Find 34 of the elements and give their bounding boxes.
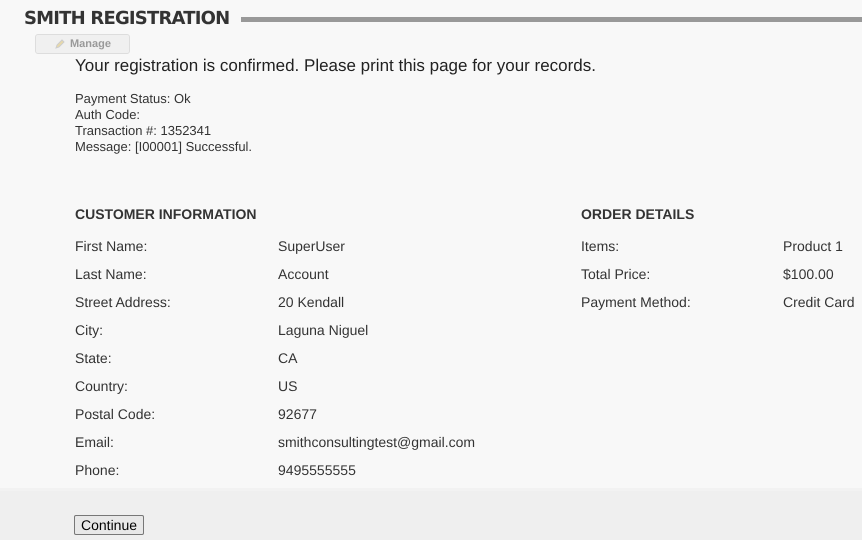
field-label: Street Address: [75,292,172,312]
payment-info-line: Auth Code: [75,106,142,122]
page-title: SMITH REGISTRATION [24,8,230,30]
field-label: State: [75,348,113,368]
field-value: Laguna Niguel [278,320,368,340]
section-heading: ORDER DETAILS [581,204,696,224]
field-value: US [278,376,298,396]
field-label: Total Price: [581,264,652,284]
field-value: smithconsultingtest@gmail.com [278,432,476,452]
pencil-icon [54,38,66,50]
field-label: Payment Method: [581,292,692,312]
payment-info-line: Payment Status: Ok [75,90,192,106]
field-label: First Name: [75,236,148,256]
payment-info-line: Transaction #: 1352341 [75,122,212,138]
field-value: Credit Card [783,292,855,312]
field-value: 20 Kendall [278,292,344,312]
confirmation-message: Your registration is confirmed. Please print this page for your records. [75,55,597,77]
field-value: Account [278,264,329,284]
section-heading: CUSTOMER INFORMATION [75,204,258,224]
field-value: Product 1 [783,236,843,256]
field-label: Country: [75,376,129,396]
field-value: SuperUser [278,236,345,256]
field-value: 9495555555 [278,460,356,480]
field-value: $100.00 [783,264,834,284]
field-label: Email: [75,432,115,452]
field-label: Items: [581,236,620,256]
field-label: Phone: [75,460,120,480]
continue-button[interactable]: Continue [74,514,144,534]
field-label: Postal Code: [75,404,156,424]
field-label: Last Name: [75,264,148,284]
field-value: CA [278,348,298,368]
field-label: City: [75,320,104,340]
payment-info-line: Message: [I00001] Successful. [75,138,254,154]
field-value: 92677 [278,404,317,424]
